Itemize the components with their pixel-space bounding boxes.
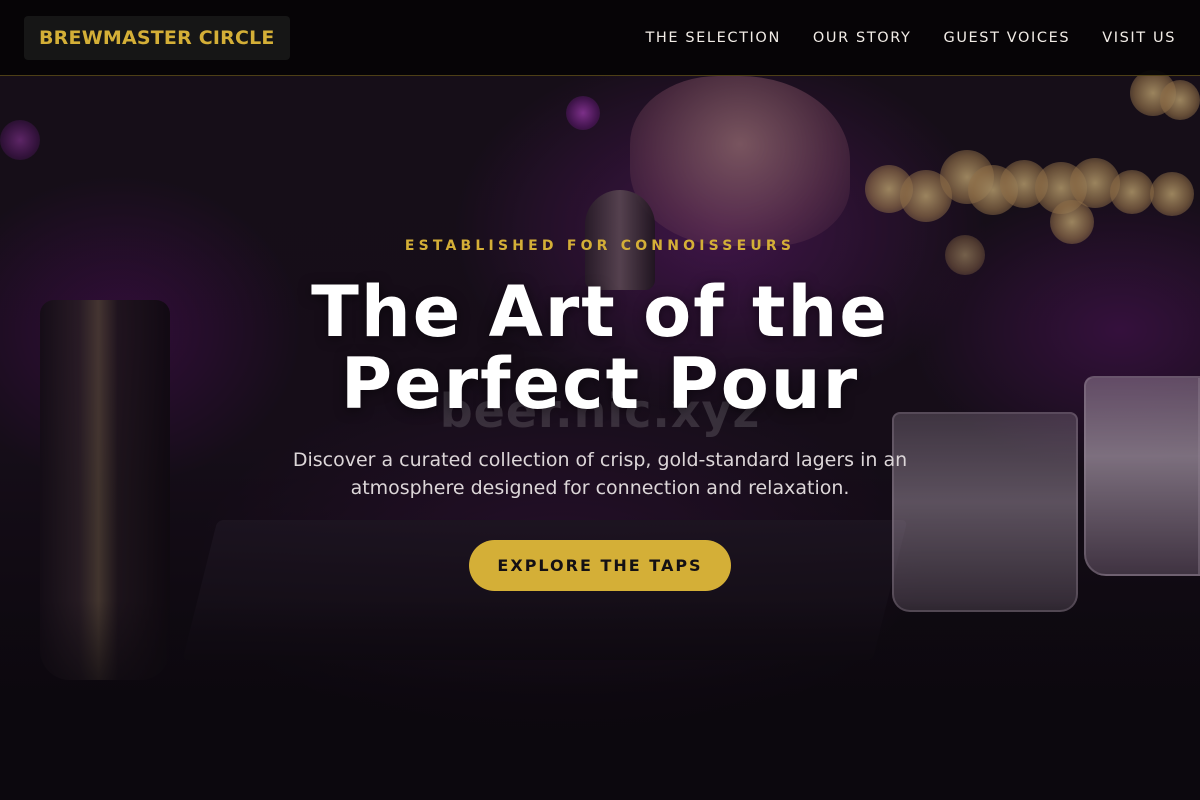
- hero-section: ESTABLISHED FOR CONNOISSEURS The Art of …: [0, 238, 1200, 591]
- hero-headline-line-1: The Art of the: [311, 271, 889, 353]
- site-header: BREWMASTER CIRCLE THE SELECTION OUR STOR…: [0, 0, 1200, 76]
- nav-item-guest-voices[interactable]: GUEST VOICES: [944, 30, 1071, 46]
- hero-headline: The Art of the Perfect Pour: [0, 276, 1200, 420]
- explore-taps-button[interactable]: EXPLORE THE TAPS: [469, 540, 731, 591]
- brand-logo[interactable]: BREWMASTER CIRCLE: [24, 15, 290, 60]
- main-nav: THE SELECTION OUR STORY GUEST VOICES VIS…: [645, 30, 1176, 46]
- nav-item-the-selection[interactable]: THE SELECTION: [645, 30, 780, 46]
- nav-item-visit-us[interactable]: VISIT US: [1102, 30, 1176, 46]
- hero-eyebrow: ESTABLISHED FOR CONNOISSEURS: [404, 238, 796, 254]
- hero-headline-line-2: Perfect Pour: [340, 343, 860, 425]
- hero-subtitle: Discover a curated collection of crisp, …: [292, 449, 908, 499]
- nav-item-our-story[interactable]: OUR STORY: [813, 30, 912, 46]
